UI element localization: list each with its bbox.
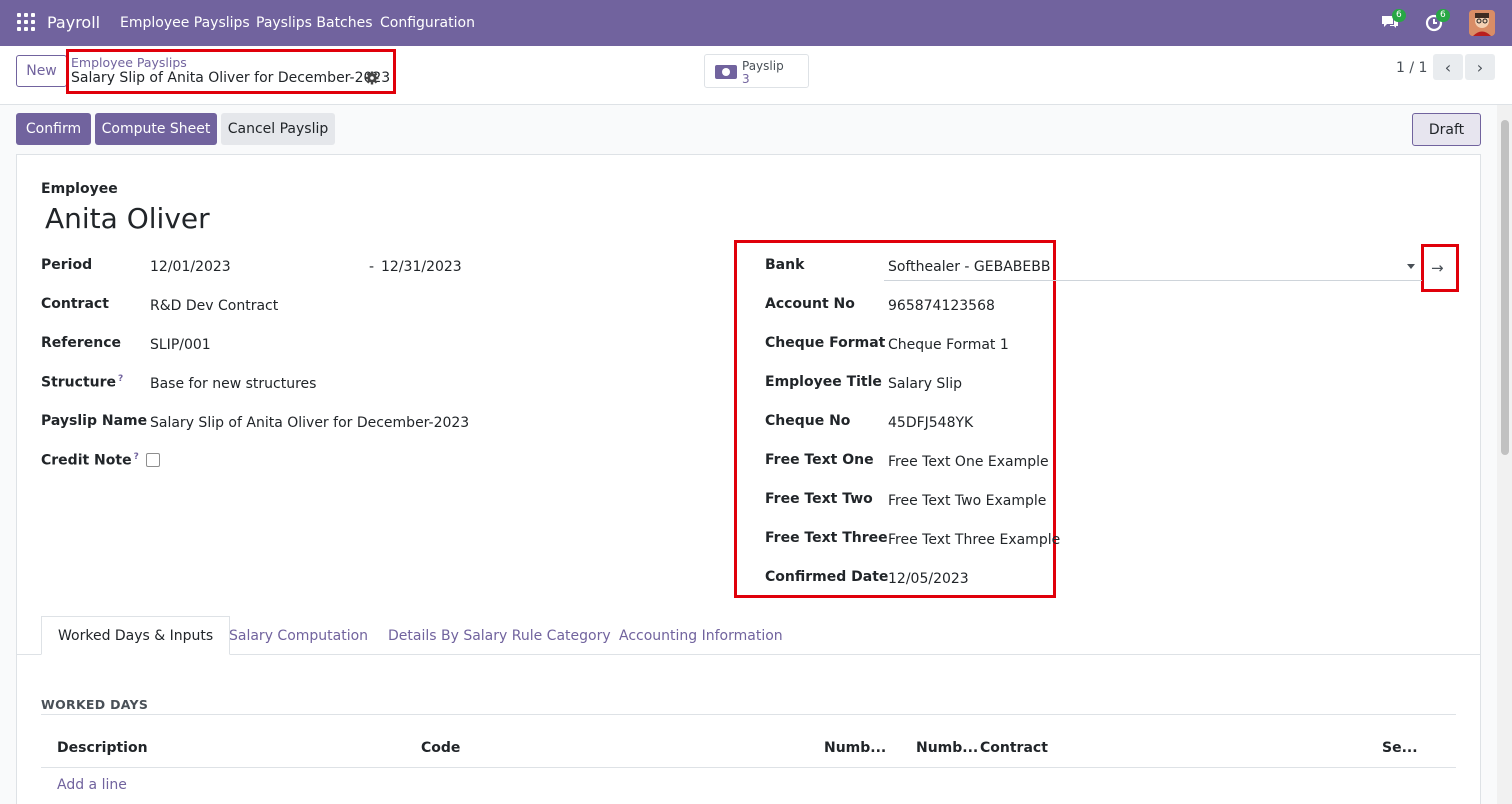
cheque-no-label: Cheque No (765, 413, 851, 429)
confirmed-date-label: Confirmed Date (765, 569, 889, 585)
tab-accounting-information[interactable]: Accounting Information (619, 616, 783, 655)
dropdown-caret-icon[interactable] (1407, 264, 1415, 269)
account-no-field[interactable]: 965874123568 (888, 298, 995, 314)
period-start-field[interactable]: 12/01/2023 (150, 259, 231, 275)
user-avatar[interactable] (1469, 10, 1495, 36)
cheque-format-field[interactable]: Cheque Format 1 (888, 337, 1009, 353)
smart-button-count: 3 (742, 72, 750, 86)
pager-value[interactable]: 1 / 1 (1396, 60, 1427, 76)
credit-note-help-icon[interactable]: ? (134, 452, 139, 462)
tab-salary-computation[interactable]: Salary Computation (229, 616, 368, 655)
credit-note-checkbox[interactable] (146, 453, 160, 467)
employee-title-field[interactable]: Salary Slip (888, 376, 962, 392)
breadcrumb-employee-payslips[interactable]: Employee Payslips (71, 55, 187, 70)
menu-employee-payslips[interactable]: Employee Payslips (120, 15, 250, 31)
account-no-label: Account No (765, 296, 855, 312)
status-draft[interactable]: Draft (1412, 113, 1481, 146)
pager-next-button[interactable]: › (1465, 54, 1495, 80)
free-text-one-field[interactable]: Free Text One Example (888, 454, 1049, 470)
top-navbar: Payroll Employee Payslips Payslips Batch… (0, 0, 1512, 46)
bank-field-underline (884, 280, 1422, 281)
cheque-no-field[interactable]: 45DFJ548YK (888, 415, 973, 431)
bank-field[interactable]: Softhealer - GEBABEBB (888, 259, 1050, 275)
column-code[interactable]: Code (421, 740, 460, 756)
payslip-smart-button[interactable]: Payslip 3 (704, 54, 809, 88)
scrollbar-thumb[interactable] (1501, 120, 1509, 455)
contract-field[interactable]: R&D Dev Contract (150, 298, 278, 314)
tab-worked-days-inputs[interactable]: Worked Days & Inputs (41, 616, 231, 655)
gear-icon[interactable] (365, 71, 379, 85)
record-title: Salary Slip of Anita Oliver for December… (71, 70, 391, 86)
free-text-two-label: Free Text Two (765, 491, 873, 507)
pager-previous-button[interactable]: ‹ (1433, 54, 1463, 80)
period-end-field[interactable]: 12/31/2023 (381, 259, 462, 275)
structure-field[interactable]: Base for new structures (150, 376, 316, 392)
cancel-payslip-button[interactable]: Cancel Payslip (221, 113, 335, 145)
payslip-name-field[interactable]: Salary Slip of Anita Oliver for December… (150, 415, 469, 431)
activities-badge: 6 (1436, 9, 1450, 22)
section-divider (41, 714, 1456, 715)
menu-payslips-batches[interactable]: Payslips Batches (256, 15, 373, 31)
free-text-three-field[interactable]: Free Text Three Example (888, 532, 1060, 548)
contract-label: Contract (41, 296, 109, 312)
apps-menu-icon[interactable] (17, 13, 35, 31)
column-number-of-days[interactable]: Numb... (824, 740, 886, 756)
new-button[interactable]: New (16, 55, 67, 87)
reference-label: Reference (41, 335, 122, 351)
credit-note-label: Credit Note? (41, 452, 139, 469)
period-separator: - (369, 259, 375, 275)
reference-field[interactable]: SLIP/001 (150, 337, 211, 353)
employee-name[interactable]: Anita Oliver (45, 202, 210, 235)
cheque-format-label: Cheque Format (765, 335, 886, 351)
column-description[interactable]: Description (57, 740, 148, 756)
column-sequence[interactable]: Se... (1382, 740, 1418, 756)
employee-label: Employee (41, 181, 118, 197)
internal-link-arrow-icon[interactable]: → (1431, 259, 1444, 277)
app-brand[interactable]: Payroll (47, 13, 100, 32)
column-number-of-hours[interactable]: Numb... (916, 740, 978, 756)
smart-button-label: Payslip (742, 59, 784, 73)
menu-configuration[interactable]: Configuration (380, 15, 475, 31)
confirm-button[interactable]: Confirm (16, 113, 91, 145)
bank-label: Bank (765, 257, 805, 273)
free-text-two-field[interactable]: Free Text Two Example (888, 493, 1046, 509)
compute-sheet-button[interactable]: Compute Sheet (95, 113, 217, 145)
chevron-right-icon: › (1476, 57, 1484, 77)
free-text-one-label: Free Text One (765, 452, 874, 468)
confirmed-date-field[interactable]: 12/05/2023 (888, 571, 969, 587)
structure-label: Structure? (41, 374, 123, 391)
structure-help-icon[interactable]: ? (118, 374, 123, 384)
tab-details-by-salary-rule-category[interactable]: Details By Salary Rule Category (388, 616, 611, 655)
worked-days-title: WORKED DAYS (41, 697, 149, 712)
messages-badge: 6 (1392, 9, 1406, 22)
payslip-name-label: Payslip Name (41, 413, 148, 429)
credit-note-label-text: Credit Note (41, 452, 132, 469)
period-label: Period (41, 257, 93, 273)
free-text-three-label: Free Text Three (765, 530, 888, 546)
table-header-divider (41, 767, 1456, 768)
structure-label-text: Structure (41, 374, 117, 391)
money-icon (715, 65, 737, 79)
messages-icon[interactable]: 6 (1380, 9, 1406, 32)
chevron-left-icon: ‹ (1444, 57, 1452, 77)
activities-icon[interactable]: 6 (1424, 9, 1450, 32)
column-contract[interactable]: Contract (980, 740, 1048, 756)
add-a-line-link[interactable]: Add a line (57, 777, 127, 793)
employee-title-label: Employee Title (765, 374, 882, 390)
